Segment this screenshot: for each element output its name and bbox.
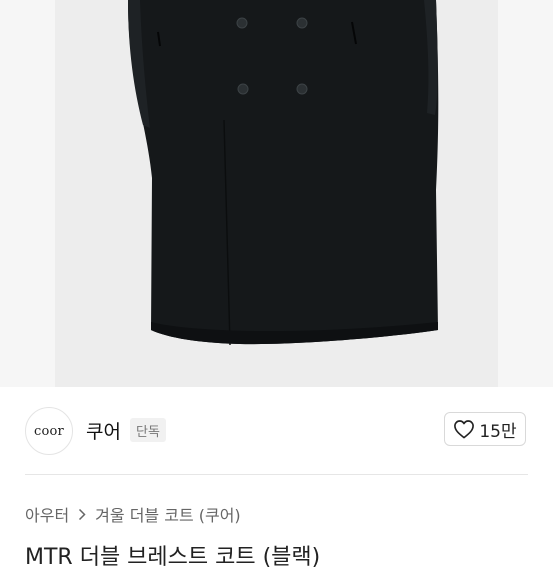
brand-name[interactable]: 쿠어 (86, 417, 121, 444)
like-button[interactable]: 15만 (444, 412, 526, 446)
chevron-right-icon (78, 508, 86, 521)
heart-outline-icon (453, 419, 475, 439)
like-count: 15만 (479, 421, 517, 442)
product-title: MTR 더블 브레스트 코트 (블랙) (25, 545, 321, 570)
breadcrumb: 아우터 겨울 더블 코트 (쿠어) (25, 502, 241, 526)
breadcrumb-category-coat[interactable]: 겨울 더블 코트 (쿠어) (95, 502, 241, 526)
brand-logo-text: coor (34, 423, 64, 439)
product-image-area[interactable] (0, 0, 553, 387)
divider (25, 474, 528, 475)
brand-row: coor 쿠어 단독 15만 (0, 387, 553, 473)
breadcrumb-category-outer[interactable]: 아우터 (25, 502, 69, 526)
coat-photo (128, 0, 439, 346)
exclusive-badge: 단독 (130, 418, 166, 442)
brand-logo[interactable]: coor (25, 407, 73, 455)
